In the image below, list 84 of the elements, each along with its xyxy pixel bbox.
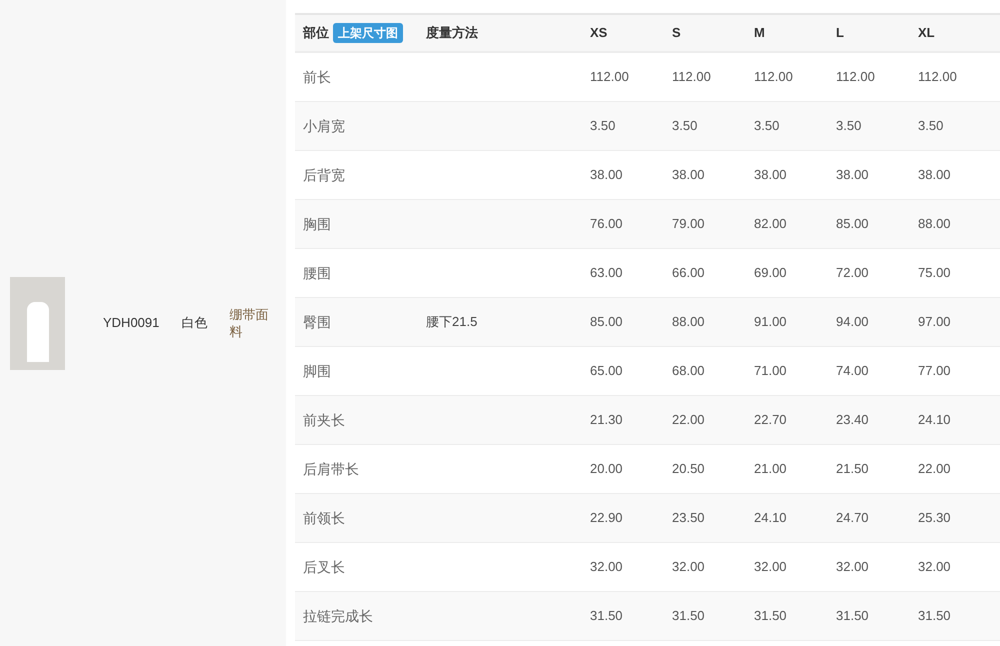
table-cell-text: 68.00: [672, 362, 706, 380]
table-cell-text: 38.00: [754, 166, 788, 184]
table-cell-text: 32.00: [590, 558, 624, 576]
table-cell-text: 63.00: [590, 264, 624, 282]
table-cell-text: 75.00: [918, 264, 952, 282]
table-cell-text: 24.10: [918, 411, 952, 430]
table-cell-text: 31.50: [754, 607, 788, 626]
column-header: 部位: [303, 24, 329, 42]
table-cell-text: 21.00: [754, 460, 788, 478]
table-cell-text: 32.00: [918, 558, 952, 576]
table-cell-text: 24.10: [754, 509, 788, 528]
table-cell-text: 112.00: [672, 68, 712, 86]
column-header: L: [836, 24, 845, 42]
table-cell-text: 66.00: [672, 264, 706, 282]
material-name: 绷带面料: [229, 306, 270, 340]
table-cell-text: 后叉长: [302, 558, 346, 576]
table-cell-text: 后背宽: [302, 166, 346, 184]
table-cell-text: 20.50: [672, 460, 706, 478]
table-cell-text: 65.00: [590, 362, 624, 380]
table-cell-text: 74.00: [836, 362, 870, 380]
table-cell-text: 71.00: [754, 362, 788, 380]
table-cell-text: 3.50: [672, 117, 698, 136]
table-cell-text: 72.00: [836, 264, 870, 282]
column-header: XL: [918, 24, 936, 42]
table-cell-text: 20.00: [590, 460, 624, 478]
table-cell-text: 112.00: [590, 68, 630, 86]
table-cell-text: 22.00: [672, 411, 706, 430]
table-cell-text: 31.50: [590, 607, 624, 626]
table-cell-text: 23.50: [672, 509, 706, 528]
table-cell-text: 38.00: [918, 166, 952, 184]
table-cell-text: 77.00: [918, 362, 952, 380]
table-cell-text: 21.50: [836, 460, 870, 478]
table-cell-text: 脚围: [302, 362, 332, 380]
table-cell-text: 94.00: [836, 313, 870, 332]
table-cell-text: 76.00: [590, 215, 624, 234]
table-cell-text: 前长: [302, 68, 332, 86]
table-cell-text: 112.00: [918, 68, 958, 86]
table-cell-text: 22.00: [918, 460, 952, 478]
table-cell-text: 25.30: [918, 509, 952, 528]
column-header: XS: [590, 24, 608, 42]
table-cell-text: 胸围: [302, 214, 332, 234]
column-header: 度量方法: [426, 24, 479, 42]
table-cell-text: 85.00: [836, 215, 870, 234]
table-cell-text: 112.00: [754, 68, 794, 86]
table-cell-text: 前夹长: [302, 410, 346, 430]
table-cell-text: 31.50: [918, 607, 952, 626]
table-cell-text: 3.50: [590, 117, 616, 136]
column-header: M: [754, 24, 766, 42]
table-cell-text: 22.70: [754, 411, 788, 430]
table-cell-text: 38.00: [590, 166, 624, 184]
table-cell-text: 3.50: [754, 117, 780, 136]
table-cell-text: 38.00: [672, 166, 706, 184]
table-cell-text: 3.50: [836, 117, 862, 136]
table-cell-text: 69.00: [754, 264, 788, 282]
table-cell-text: 32.00: [836, 558, 870, 576]
table-cell-text: 97.00: [918, 313, 952, 332]
table-cell-text: 91.00: [754, 313, 788, 332]
table-cell-text: 38.00: [836, 166, 870, 184]
table-cell-text: 前领长: [302, 508, 346, 528]
table-cell-text: 79.00: [672, 215, 706, 234]
table-cell-text: 23.40: [836, 411, 870, 430]
table-cell-text: 31.50: [836, 607, 870, 626]
table-cell-text: 后肩带长: [302, 460, 360, 478]
size-chart-badge[interactable]: 上架尺寸图: [333, 23, 403, 43]
column-header: S: [672, 24, 682, 42]
color-name: 白色: [181, 314, 208, 332]
table-cell-text: 小肩宽: [302, 116, 346, 136]
table-cell-text: 21.30: [590, 411, 624, 430]
table-cell-text: 112.00: [836, 68, 876, 86]
table-cell-text: 24.70: [836, 509, 870, 528]
table-cell-text: 85.00: [590, 313, 624, 332]
table-cell-text: 88.00: [918, 215, 952, 234]
table-cell-text: 88.00: [672, 313, 706, 332]
table-cell-text: 3.50: [918, 117, 944, 136]
table-cell-text: 拉链完成长: [302, 606, 374, 626]
product-code: YDH0091: [103, 314, 160, 332]
table-cell-text: 82.00: [754, 215, 788, 234]
table-cell-text: 腰下21.5: [426, 313, 478, 332]
table-cell-text: 腰围: [302, 264, 332, 282]
table-cell-text: 32.00: [672, 558, 706, 576]
table-cell-text: 22.90: [590, 509, 624, 528]
table-cell-text: 32.00: [754, 558, 788, 576]
table-cell-text: 臀围: [302, 312, 332, 332]
table-cell-text: 31.50: [672, 607, 706, 626]
